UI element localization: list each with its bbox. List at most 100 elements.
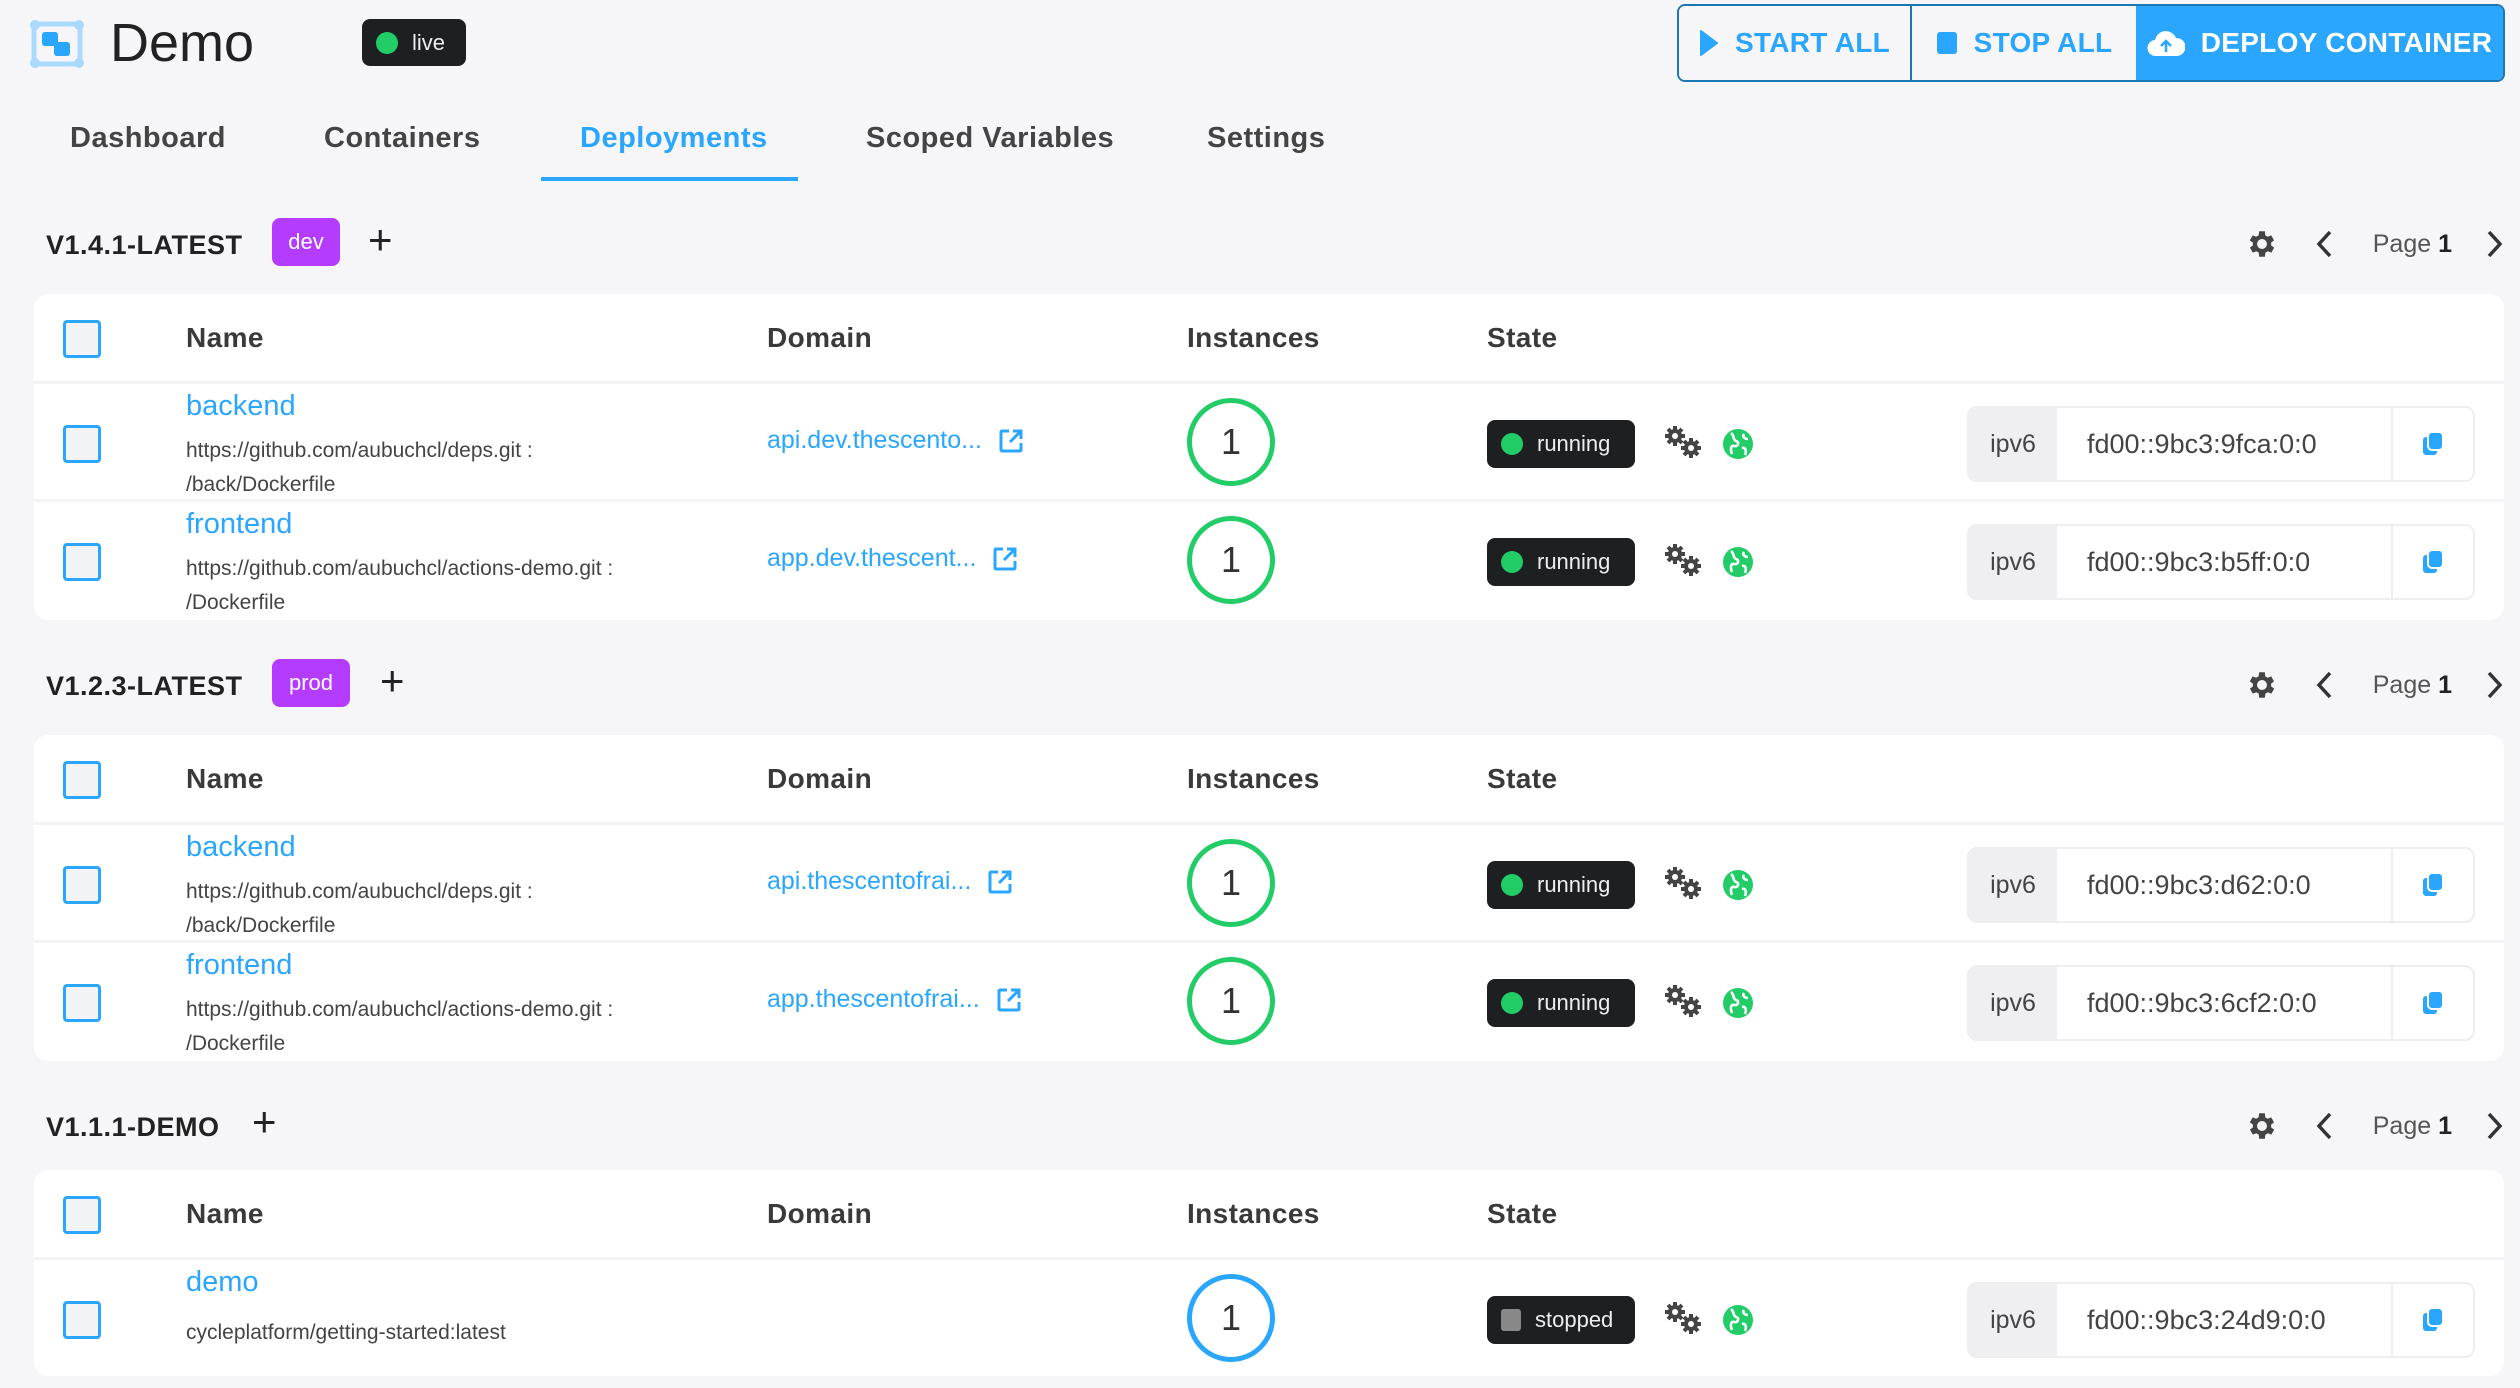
previous-page-button[interactable] <box>2313 670 2335 700</box>
add-deployment-button[interactable]: + <box>380 657 405 705</box>
domain-link[interactable]: api.thescentofrai... <box>767 867 1013 896</box>
gears-icon[interactable] <box>1663 983 1703 1019</box>
gear-icon[interactable] <box>2245 668 2279 702</box>
tab-bar: Dashboard Containers Deployments Scoped … <box>0 108 1400 183</box>
column-instances: Instances <box>1187 763 1320 794</box>
tab-settings[interactable]: Settings <box>1207 122 1325 155</box>
select-all-checkbox[interactable] <box>63 761 101 799</box>
ip-type-label: ipv6 <box>1969 1284 2057 1356</box>
gears-icon[interactable] <box>1663 1300 1703 1336</box>
instance-count[interactable]: 1 <box>1187 839 1275 927</box>
next-page-button[interactable] <box>2484 1111 2506 1141</box>
running-dot-icon <box>1501 433 1523 455</box>
add-deployment-button[interactable]: + <box>252 1098 277 1146</box>
container-name-link[interactable]: backend <box>186 831 296 864</box>
row-checkbox[interactable] <box>63 425 101 463</box>
row-checkbox[interactable] <box>63 1301 101 1339</box>
page-indicator: Page 1 <box>2372 670 2452 699</box>
page-indicator: Page 1 <box>2372 229 2452 258</box>
next-page-button[interactable] <box>2484 229 2506 259</box>
row-checkbox[interactable] <box>63 866 101 904</box>
column-domain: Domain <box>767 322 873 353</box>
add-deployment-button[interactable]: + <box>368 216 393 264</box>
select-all-checkbox[interactable] <box>63 320 101 358</box>
deploy-container-button[interactable]: DEPLOY CONTAINER <box>2136 6 2503 80</box>
deployment-version: V1.4.1-LATEST <box>46 230 243 260</box>
instance-count[interactable]: 1 <box>1187 1274 1275 1362</box>
external-link-icon <box>988 870 1012 893</box>
status-dot-icon <box>376 31 398 54</box>
copy-ip-button[interactable] <box>2393 849 2473 921</box>
globe-icon[interactable] <box>1722 869 1754 901</box>
row-checkbox[interactable] <box>63 543 101 581</box>
pagination: Page 1 <box>2245 1104 2506 1148</box>
state-badge: running <box>1487 420 1635 468</box>
stop-all-label: STOP ALL <box>1973 27 2113 58</box>
status-label: live <box>412 29 446 55</box>
instance-count[interactable]: 1 <box>1187 516 1275 604</box>
ip-address-value[interactable]: fd00::9bc3:24d9:0:0 <box>2057 1284 2393 1356</box>
copy-ip-button[interactable] <box>2393 526 2473 598</box>
cloud-upload-icon <box>2147 31 2185 57</box>
gear-icon[interactable] <box>2245 227 2279 261</box>
table-header: Name Domain Instances State <box>34 1170 2504 1260</box>
start-all-button[interactable]: START ALL <box>1679 6 1912 80</box>
ip-address-value[interactable]: fd00::9bc3:b5ff:0:0 <box>2057 526 2393 598</box>
container-source: https://github.com/aubuchcl/actions-demo… <box>186 993 746 1061</box>
table-row: frontend https://github.com/aubuchcl/act… <box>34 502 2504 620</box>
ip-type-label: ipv6 <box>1969 526 2057 598</box>
gear-icon[interactable] <box>2245 1109 2279 1143</box>
column-state: State <box>1487 763 1558 794</box>
environment-tag[interactable]: prod <box>272 659 350 707</box>
column-instances: Instances <box>1187 1198 1320 1229</box>
container-name-link[interactable]: backend <box>186 390 296 423</box>
domain-text: app.dev.thescent... <box>767 544 977 572</box>
container-source: https://github.com/aubuchcl/deps.git : /b… <box>186 434 746 502</box>
ip-address-value[interactable]: fd00::9bc3:9fca:0:0 <box>2057 408 2393 480</box>
deployment-table: Name Domain Instances State backend http… <box>34 294 2504 620</box>
instance-count[interactable]: 1 <box>1187 398 1275 486</box>
table-row: frontend https://github.com/aubuchcl/act… <box>34 943 2504 1061</box>
source-line: https://github.com/aubuchcl/actions-demo… <box>186 557 614 580</box>
globe-icon[interactable] <box>1722 1304 1754 1336</box>
copy-ip-button[interactable] <box>2393 967 2473 1039</box>
globe-icon[interactable] <box>1722 428 1754 460</box>
container-name-link[interactable]: demo <box>186 1266 259 1299</box>
globe-icon[interactable] <box>1722 546 1754 578</box>
globe-icon[interactable] <box>1722 987 1754 1019</box>
source-line: cycleplatform/getting-started:latest <box>186 1321 506 1344</box>
row-checkbox[interactable] <box>63 984 101 1022</box>
container-source: cycleplatform/getting-started:latest <box>186 1316 746 1350</box>
copy-ip-button[interactable] <box>2393 408 2473 480</box>
instance-count[interactable]: 1 <box>1187 957 1275 1045</box>
stop-icon <box>1936 32 1957 54</box>
external-link-icon <box>997 988 1021 1011</box>
previous-page-button[interactable] <box>2313 1111 2335 1141</box>
chevron-left-icon <box>2316 230 2332 258</box>
copy-icon <box>2423 549 2444 573</box>
container-name-link[interactable]: frontend <box>186 949 292 982</box>
ip-address-field: ipv6 fd00::9bc3:d62:0:0 <box>1967 847 2475 923</box>
tab-containers[interactable]: Containers <box>324 122 480 155</box>
tab-dashboard[interactable]: Dashboard <box>70 122 226 155</box>
tab-deployments[interactable]: Deployments <box>580 122 768 155</box>
container-source: https://github.com/aubuchcl/deps.git : /b… <box>186 875 746 943</box>
gears-icon[interactable] <box>1663 424 1703 460</box>
domain-link[interactable]: app.dev.thescent... <box>767 544 1018 573</box>
ip-address-value[interactable]: fd00::9bc3:6cf2:0:0 <box>2057 967 2393 1039</box>
domain-link[interactable]: api.dev.thescento... <box>767 426 1024 455</box>
gears-icon[interactable] <box>1663 542 1703 578</box>
gears-icon[interactable] <box>1663 865 1703 901</box>
select-all-checkbox[interactable] <box>63 1196 101 1234</box>
ip-address-value[interactable]: fd00::9bc3:d62:0:0 <box>2057 849 2393 921</box>
state-badge: running <box>1487 979 1635 1027</box>
state-label: running <box>1537 549 1611 574</box>
container-name-link[interactable]: frontend <box>186 508 292 541</box>
previous-page-button[interactable] <box>2313 229 2335 259</box>
environment-tag[interactable]: dev <box>272 218 340 266</box>
copy-ip-button[interactable] <box>2393 1284 2473 1356</box>
next-page-button[interactable] <box>2484 670 2506 700</box>
tab-scoped-variables[interactable]: Scoped Variables <box>866 122 1114 155</box>
stop-all-button[interactable]: STOP ALL <box>1912 6 2136 80</box>
domain-link[interactable]: app.thescentofrai... <box>767 985 1022 1014</box>
